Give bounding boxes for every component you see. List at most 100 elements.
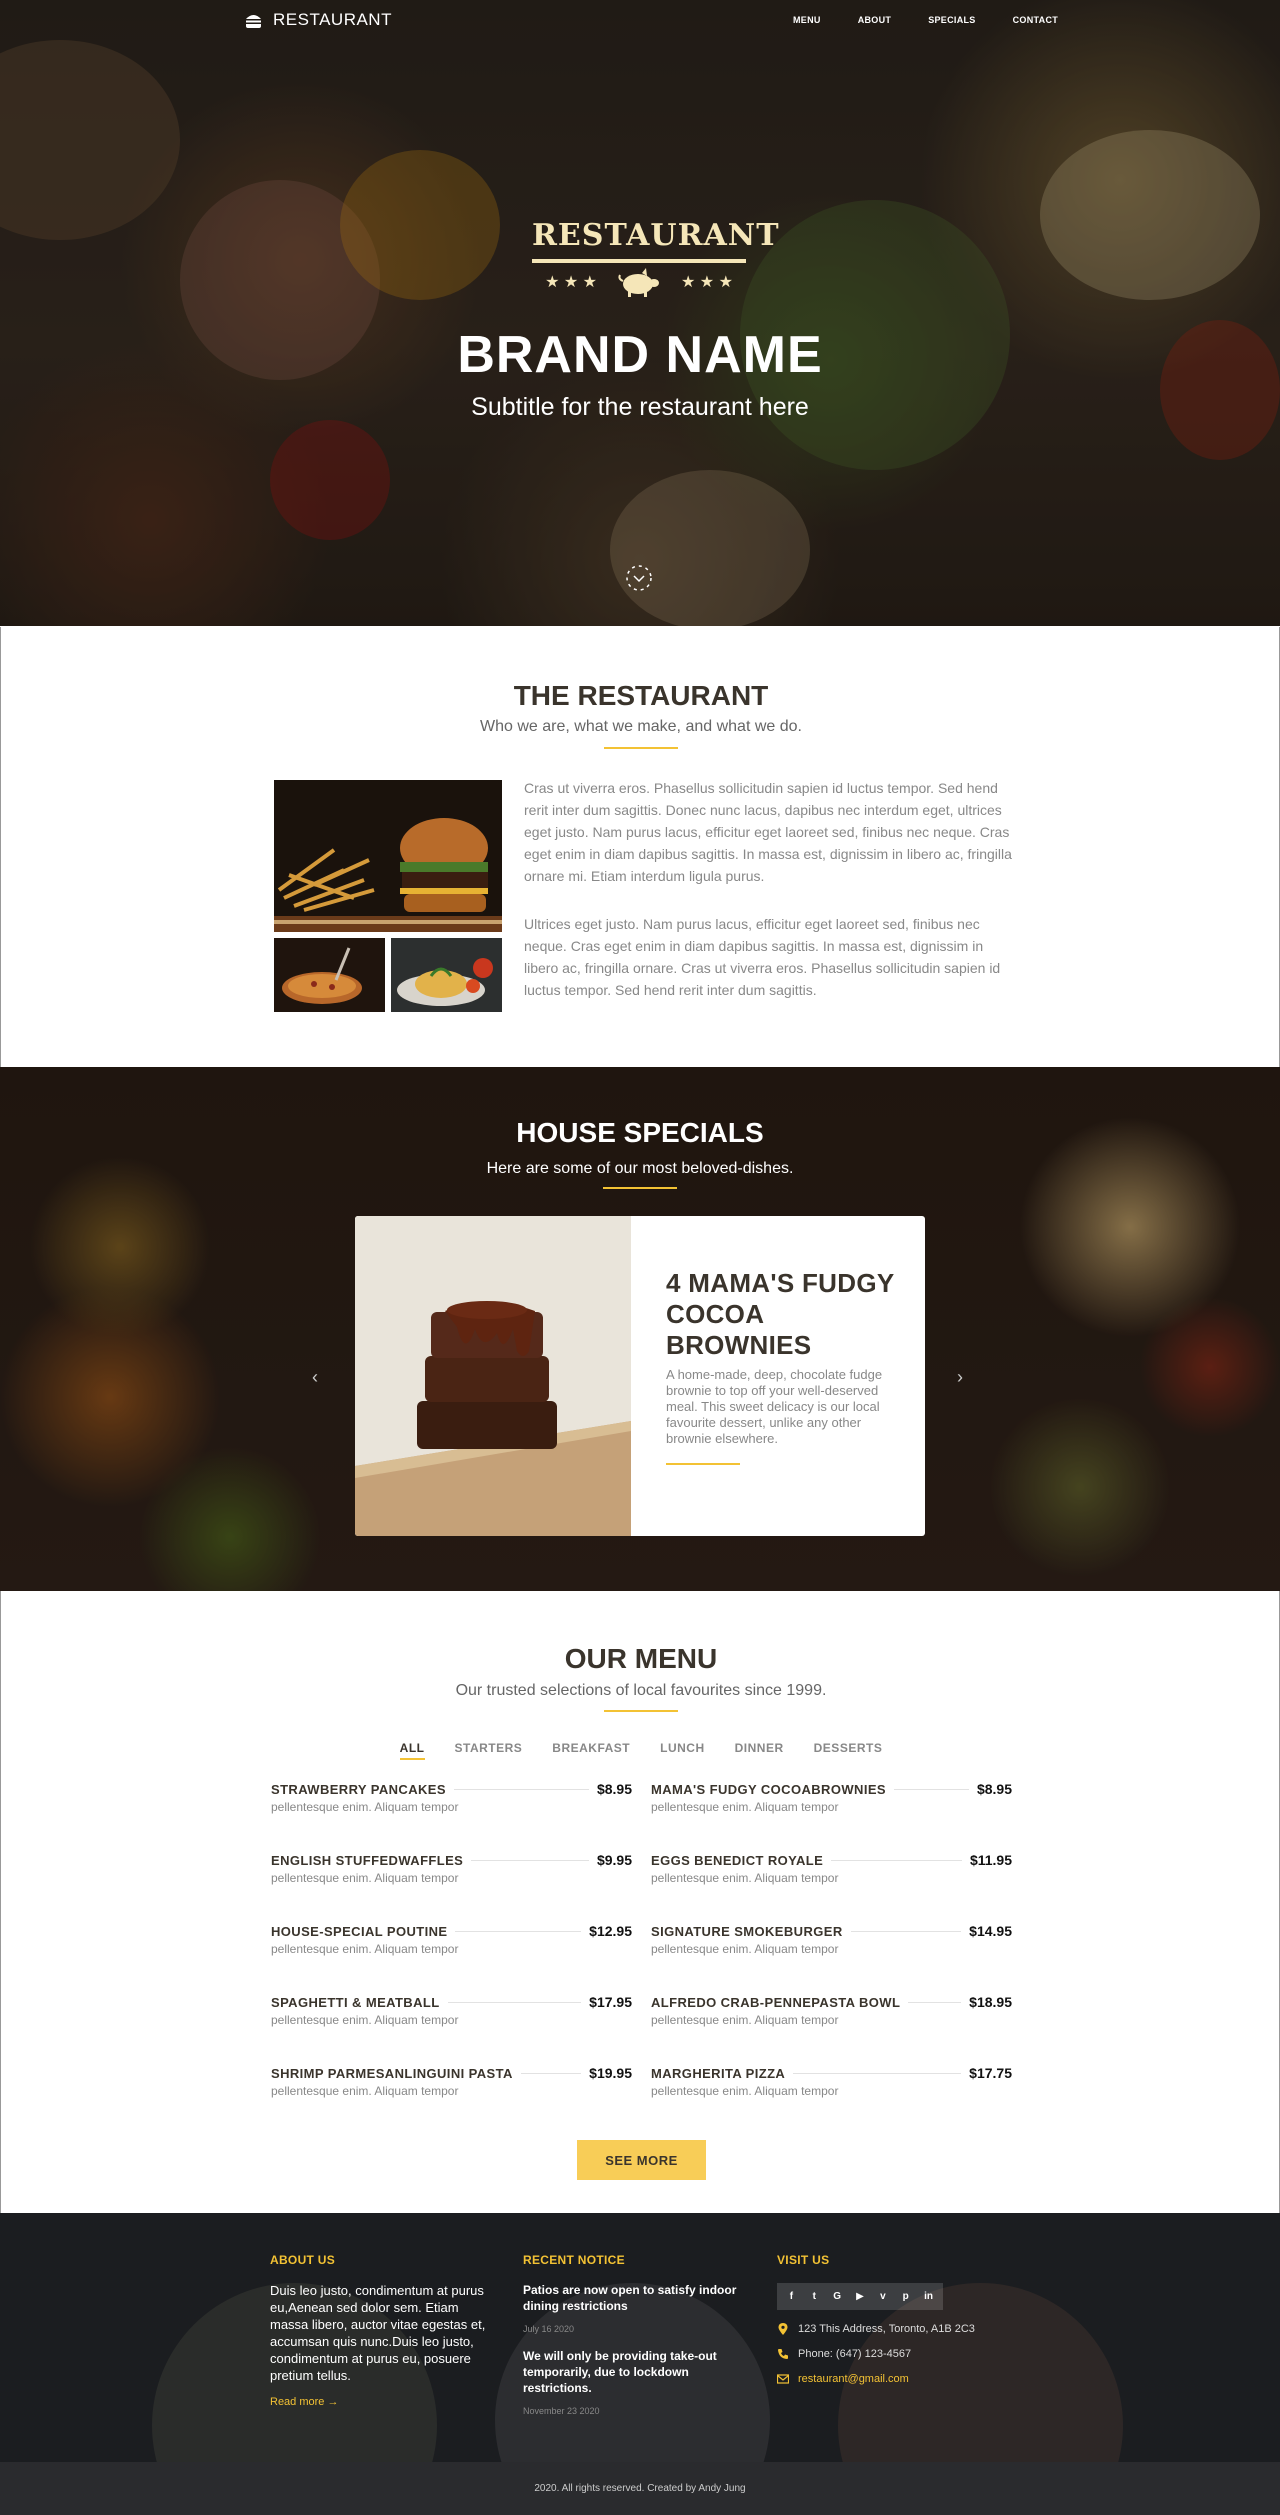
special-card-description: A home-made, deep, chocolate fudge brown… — [666, 1367, 883, 1446]
footer-about: ABOUT US Duis leo justo, condimentum at … — [270, 2253, 495, 2408]
notice-item-title[interactable]: We will only be providing take-out tempo… — [523, 2348, 748, 2396]
hero-logo-stars-left: ★ ★ ★ — [545, 274, 597, 291]
menu-item-name: STRAWBERRY PANCAKES — [271, 1781, 446, 1797]
menu-item-name: ENGLISH STUFFEDWAFFLES — [271, 1852, 464, 1868]
linkedin-icon[interactable]: in — [920, 2288, 937, 2305]
menu-item-price: $8.95 — [596, 1781, 632, 1797]
about-accent-line — [604, 747, 678, 749]
about-subtitle: Who we are, what we make, and what we do… — [480, 718, 802, 735]
notice-item-title[interactable]: Patios are now open to satisfy indoor di… — [523, 2282, 748, 2314]
social-links: f t G ▶ v p in — [777, 2283, 943, 2310]
menu-filter-starters[interactable]: STARTERS — [455, 1741, 523, 1760]
see-more-button[interactable]: SEE MORE — [577, 2140, 706, 2180]
footer-notices: RECENT NOTICE Patios are now open to sat… — [523, 2253, 748, 2430]
menu-filter-breakfast[interactable]: BREAKFAST — [552, 1741, 630, 1760]
menu-item-name: MAMA'S FUDGY COCOABROWNIES — [651, 1781, 886, 1797]
burger-photo — [274, 780, 502, 932]
nav-link-specials[interactable]: SPECIALS — [928, 15, 975, 25]
navbar-brand-label: RESTAURANT — [273, 10, 392, 29]
menu-item-leader — [893, 1788, 969, 1790]
carousel-next-icon[interactable]: › — [957, 1367, 963, 1388]
menu-item-desc: pellentesque enim. Aliquam tempor — [271, 2013, 459, 2027]
menu-item[interactable]: SPAGHETTI & MEATBALL $17.95 pellentesque … — [271, 1994, 632, 2050]
specials-title: HOUSE SPECIALS — [516, 1117, 764, 1148]
hero-logo-stars-right: ★ ★ ★ — [681, 274, 733, 291]
menu-filter-dinner[interactable]: DINNER — [735, 1741, 784, 1760]
twitter-icon[interactable]: t — [806, 2288, 823, 2305]
special-card-accent-line — [666, 1463, 740, 1465]
hero-logo: RESTAURANT ★ ★ ★ ★ ★ ★ — [532, 218, 780, 297]
about-paragraph-1: Cras ut viverra eros. Phasellus sollicit… — [524, 780, 1012, 884]
menu-filter-all[interactable]: ALL — [399, 1741, 425, 1760]
youtube-icon[interactable]: ▶ — [852, 2288, 869, 2305]
menu-item-name: MARGHERITA PIZZA — [651, 2065, 786, 2081]
special-card[interactable]: 4 MAMA'S FUDGY COCOA BROWNIES A home-mad… — [355, 1216, 925, 1536]
menu-item[interactable]: EGGS BENEDICT ROYALE $11.95 pellentesque … — [651, 1852, 1012, 1908]
nav-link-about[interactable]: ABOUT — [858, 15, 892, 25]
hero-logo-word: RESTAURANT — [532, 218, 780, 253]
menu-item-leader — [471, 1859, 589, 1861]
google-icon[interactable]: G — [829, 2288, 846, 2305]
scroll-down-icon[interactable] — [624, 558, 654, 598]
menu-item[interactable]: MAMA'S FUDGY COCOABROWNIES $8.95 pellente… — [651, 1781, 1012, 1837]
notice-item-date: November 23 2020 — [523, 2406, 600, 2416]
pig-icon — [618, 268, 659, 297]
about-text: Cras ut viverra eros. Phasellus sollicit… — [524, 777, 1012, 1027]
nav-link-menu[interactable]: MENU — [793, 15, 821, 25]
menu-item-desc: pellentesque enim. Aliquam tempor — [271, 1800, 459, 1814]
facebook-icon[interactable]: f — [783, 2288, 800, 2305]
menu-item-desc: pellentesque enim. Aliquam tempor — [271, 1942, 459, 1956]
menu-item-price: $9.95 — [596, 1852, 632, 1868]
about-title: THE RESTAURANT — [513, 680, 769, 711]
special-card-title: 4 MAMA'S FUDGY COCOA BROWNIES — [666, 1268, 895, 1360]
menu-accent-line — [604, 1710, 678, 1712]
menu-subtitle: Our trusted selections of local favourit… — [455, 1682, 827, 1699]
menu-item[interactable]: SHRIMP PARMESANLINGUINI PASTA $19.95 pell… — [271, 2065, 632, 2121]
about-section: THE RESTAURANT Who we are, what we make,… — [0, 627, 1280, 1067]
menu-item-price: $12.95 — [589, 1923, 632, 1939]
carousel-prev-icon[interactable]: ‹ — [312, 1367, 318, 1388]
footer-about-text: Duis leo justo, condimentum at purus eu,… — [270, 2283, 486, 2383]
menu-item[interactable]: ALFREDO CRAB-PENNEPASTA BOWL $18.95 pelle… — [651, 1994, 1012, 2050]
menu-title: OUR MENU — [564, 1643, 718, 1674]
nav-link-contact[interactable]: CONTACT — [1013, 15, 1058, 25]
footer-address-text: 123 This Address, Toronto, A1B 2C3 — [798, 2323, 975, 2335]
menu-filter-tabs: ALL STARTERS BREAKFAST LUNCH DINNER DESS… — [1, 1741, 1280, 1760]
copyright-text: 2020. All rights reserved. Created by An… — [534, 2483, 746, 2494]
pasta-photo — [391, 938, 502, 1012]
vimeo-icon[interactable]: v — [874, 2288, 891, 2305]
specials-accent-line — [603, 1187, 677, 1189]
menu-filter-lunch[interactable]: LUNCH — [660, 1741, 705, 1760]
footer-visit: VISIT US f t G ▶ v p in 123 This Address… — [777, 2253, 975, 2385]
pinterest-icon[interactable]: p — [897, 2288, 914, 2305]
menu-filter-desserts[interactable]: DESSERTS — [814, 1741, 883, 1760]
hero-section: RESTAURANT ★ ★ ★ ★ ★ ★ BRAND NAME Subtit… — [0, 0, 1280, 626]
menu-item[interactable]: STRAWBERRY PANCAKES $8.95 pellentesque en… — [271, 1781, 632, 1837]
menu-item[interactable]: MARGHERITA PIZZA $17.75 pellentesque enim… — [651, 2065, 1012, 2121]
menu-item-leader — [520, 2072, 582, 2074]
read-more-link[interactable]: Read more → — [270, 2396, 495, 2408]
menu-item-price: $19.95 — [589, 2065, 632, 2081]
menu-item-desc: pellentesque enim. Aliquam tempor — [271, 1871, 459, 1885]
burger-icon — [246, 14, 261, 28]
navbar-brand[interactable]: RESTAURANT — [244, 10, 392, 30]
footer-address: 123 This Address, Toronto, A1B 2C3 — [777, 2323, 975, 2335]
menu-item-desc: pellentesque enim. Aliquam tempor — [651, 1871, 839, 1885]
menu-item[interactable]: HOUSE-SPECIAL POUTINE $12.95 pellentesque… — [271, 1923, 632, 1979]
menu-item-price: $18.95 — [969, 1994, 1012, 2010]
about-paragraph-2: Ultrices eget justo. Nam purus lacus, ef… — [524, 916, 1001, 998]
menu-item-price: $11.95 — [969, 1852, 1012, 1868]
menu-item[interactable]: SIGNATURE SMOKEBURGER $14.95 pellentesque… — [651, 1923, 1012, 1979]
menu-item-leader — [908, 2001, 962, 2003]
pizza-photo — [274, 938, 385, 1012]
menu-item-price: $17.75 — [969, 2065, 1012, 2081]
menu-item-name: ALFREDO CRAB-PENNEPASTA BOWL — [651, 1994, 901, 2010]
menu-item-price: $8.95 — [976, 1781, 1012, 1797]
menu-item-name: SIGNATURE SMOKEBURGER — [651, 1923, 843, 1939]
footer-phone-text: Phone: (647) 123-4567 — [798, 2348, 912, 2360]
footer-about-title: ABOUT US — [270, 2253, 336, 2267]
menu-item[interactable]: ENGLISH STUFFEDWAFFLES $9.95 pellentesque… — [271, 1852, 632, 1908]
footer: ABOUT US Duis leo justo, condimentum at … — [0, 2213, 1280, 2462]
footer-email[interactable]: restaurant@gmail.com — [777, 2373, 975, 2385]
menu-item-name: HOUSE-SPECIAL POUTINE — [271, 1923, 448, 1939]
